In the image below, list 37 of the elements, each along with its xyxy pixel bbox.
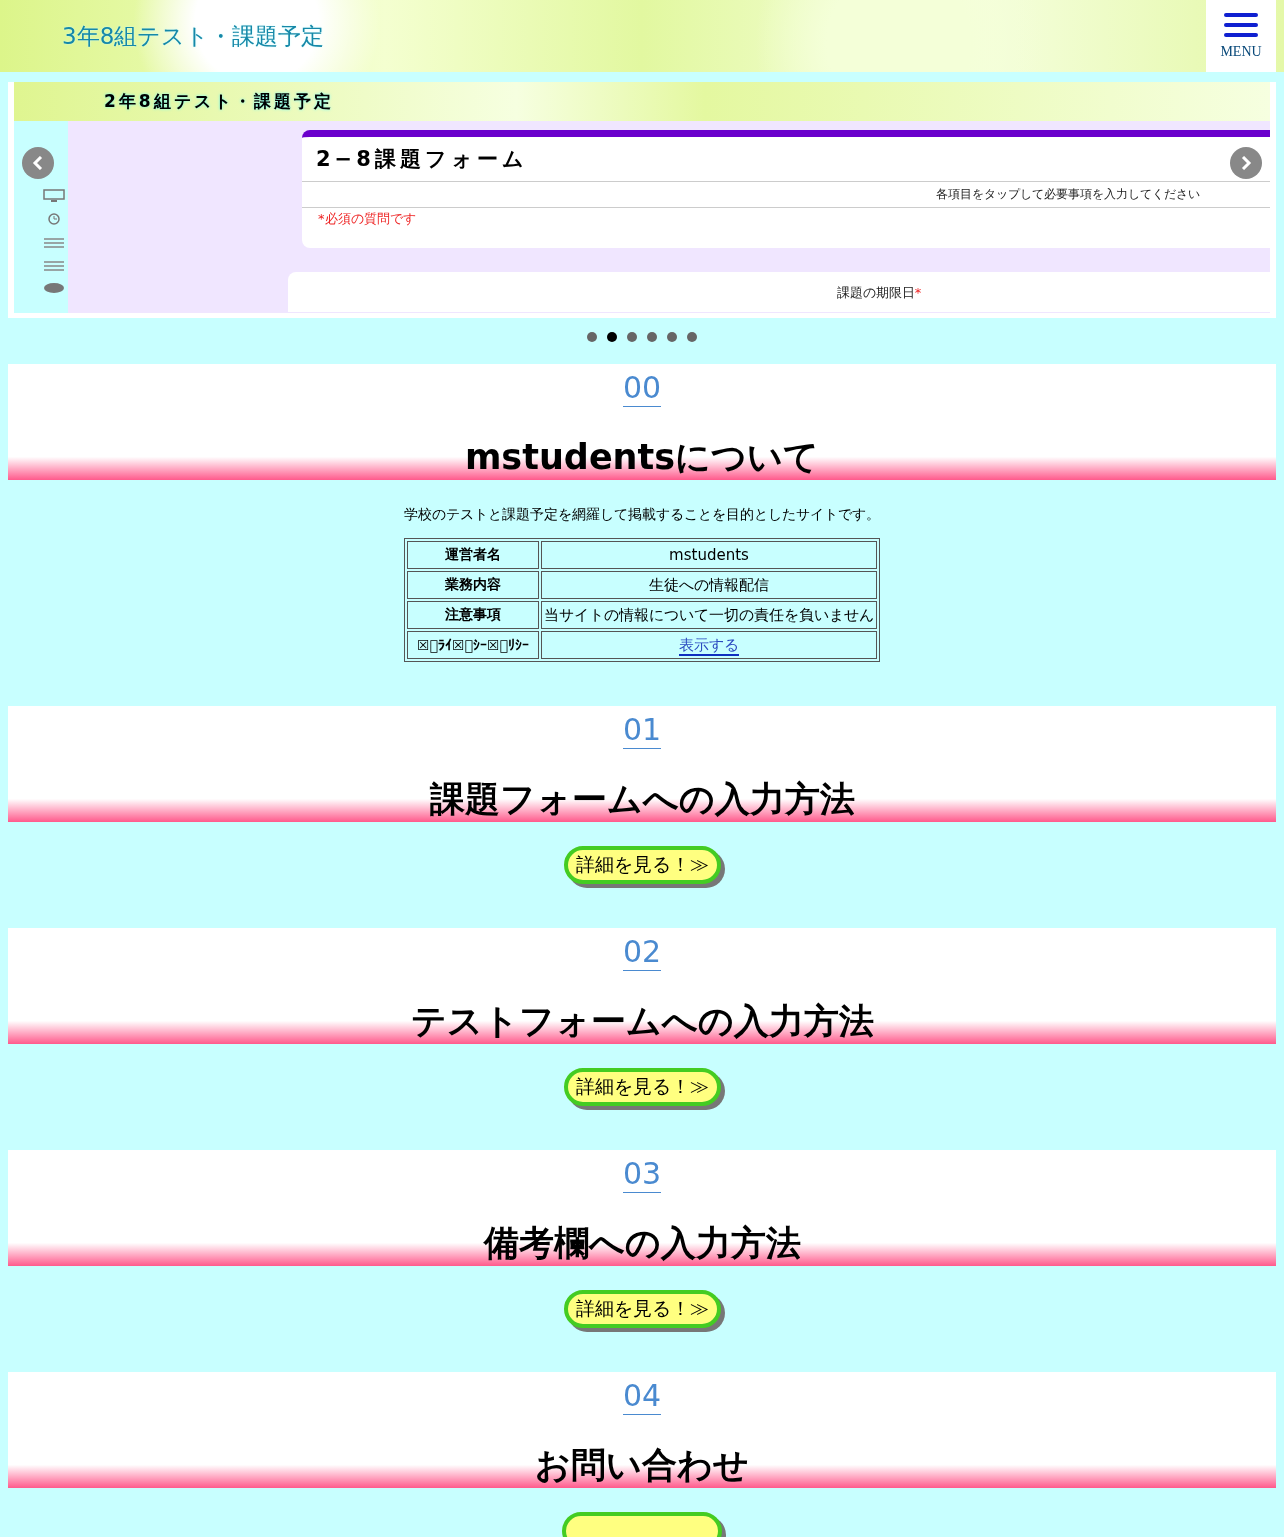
- section-heading: 備考欄への入力方法: [483, 1223, 801, 1263]
- table-cell: mstudents: [541, 541, 877, 569]
- intro-text: 学校のテストと課題予定を網羅して掲載することを目的としたサイトです。: [404, 506, 880, 524]
- show-link[interactable]: 表示する: [679, 635, 739, 656]
- section-heading: mstudentsについて: [464, 437, 820, 477]
- table-cell: 生徒への情報配信: [541, 571, 877, 599]
- table-header-cell: 業務内容: [407, 571, 539, 599]
- lines-icon: [42, 258, 66, 272]
- monitor-icon: [42, 189, 66, 203]
- required-note: *必須の質問です: [317, 210, 417, 228]
- section-number: 00: [622, 370, 662, 407]
- section-heading: お問い合わせ: [535, 1445, 749, 1485]
- table-cell: 当サイトの情報について一切の責任を負いません: [541, 601, 877, 629]
- slide-dot[interactable]: [587, 332, 597, 342]
- slide-dot[interactable]: [647, 332, 657, 342]
- section-number: 03: [622, 1156, 662, 1193]
- slide-dot[interactable]: [667, 332, 677, 342]
- section-number: 02: [622, 934, 662, 971]
- form-hint: 各項目をタップして必要事項を入力してください: [302, 182, 1270, 208]
- lines-icon: [42, 235, 66, 249]
- section-number: 01: [622, 712, 662, 749]
- site-title[interactable]: 3年8組テスト・課題予定: [62, 20, 325, 52]
- banner-title: 2年8組テスト・課題予定: [104, 90, 334, 113]
- table-header-cell: ☒ﾟﾗｲ☒ﾞｼｰ☒ﾟﾘｼｰ: [407, 631, 539, 659]
- chevron-left-icon: [32, 156, 44, 170]
- menu-button[interactable]: MENU: [1206, 0, 1276, 72]
- menu-icon: [1224, 12, 1258, 38]
- question-label: 課題の期限日*: [836, 284, 922, 302]
- slide-dot[interactable]: [627, 332, 637, 342]
- section-heading: テストフォームへの入力方法: [410, 1001, 874, 1041]
- table-header-cell: 運営者名: [407, 541, 539, 569]
- slide-dot[interactable]: [687, 332, 697, 342]
- slide-dot[interactable]: [607, 332, 617, 342]
- chevron-right-icon: [1240, 156, 1252, 170]
- section-heading: 課題フォームへの入力方法: [429, 779, 855, 819]
- table-header-cell: 注意事項: [407, 601, 539, 629]
- section-number: 04: [622, 1378, 662, 1415]
